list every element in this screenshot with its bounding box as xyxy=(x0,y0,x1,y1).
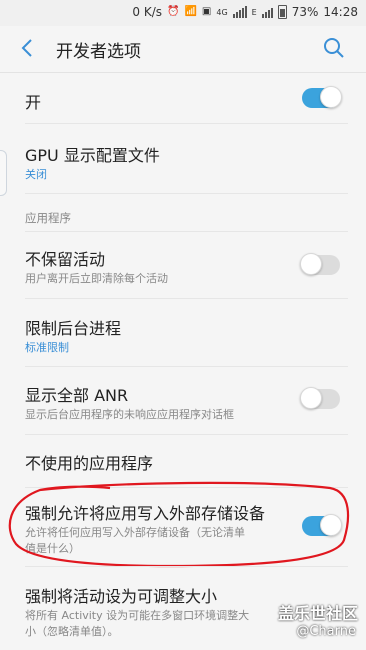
wifi-icon: 📶 xyxy=(184,6,197,17)
battery-percent: 73% xyxy=(291,5,319,19)
setting-title: 限制后台进程 xyxy=(25,319,122,338)
setting-description: 用户离开后立即清除每个活动 xyxy=(25,272,168,285)
section-header-apps: 应用程序 xyxy=(25,211,71,225)
network-type: 4G xyxy=(216,7,228,17)
battery-icon xyxy=(277,5,287,19)
setting-limit-background[interactable]: 限制后台进程 标准限制 xyxy=(0,299,366,365)
switch-knob xyxy=(300,387,322,409)
setting-title: 不保留活动 xyxy=(25,250,106,269)
signal-icon xyxy=(232,6,247,18)
setting-description-line1: 将所有 Activity 设为可能在多窗口环境调整大 xyxy=(25,609,250,622)
switch-knob xyxy=(300,253,322,275)
page-title: 开发者选项 xyxy=(56,42,141,62)
master-toggle-row[interactable]: 开 xyxy=(0,73,366,123)
setting-title: 显示全部 ANR xyxy=(25,386,129,405)
app-bar: 开发者选项 xyxy=(0,26,366,72)
show-all-anr-switch[interactable] xyxy=(300,387,340,409)
setting-value: 标准限制 xyxy=(25,341,69,354)
save-icon: ▣ xyxy=(201,6,212,17)
master-toggle-switch[interactable] xyxy=(302,86,342,108)
watermark-brand: 盖乐世社区 xyxy=(277,604,358,623)
setting-gpu-profile[interactable]: GPU 显示配置文件 关闭 xyxy=(0,124,366,192)
divider xyxy=(25,193,348,194)
watermark-user: @Charne xyxy=(296,624,356,639)
setting-value: 关闭 xyxy=(25,168,47,181)
setting-title: 强制将活动设为可调整大小 xyxy=(25,587,218,606)
setting-show-all-anr[interactable]: 显示全部 ANR 显示后台应用程序的未响应应用程序对话框 xyxy=(0,367,366,433)
setting-title: 不使用的应用程序 xyxy=(25,454,154,473)
setting-dont-keep-activities[interactable]: 不保留活动 用户离开后立即清除每个活动 xyxy=(0,232,366,298)
signal-icon-2 xyxy=(261,6,273,18)
clock: 14:28 xyxy=(323,5,358,19)
annotation-circle xyxy=(8,481,350,568)
alarm-icon: ⏰ xyxy=(167,6,180,17)
setting-title: GPU 显示配置文件 xyxy=(25,146,160,165)
switch-knob xyxy=(320,86,342,108)
setting-description: 显示后台应用程序的未响应应用程序对话框 xyxy=(25,408,234,421)
search-icon[interactable] xyxy=(322,36,346,60)
network-e-label: E xyxy=(251,7,257,17)
dont-keep-activities-switch[interactable] xyxy=(300,253,340,275)
master-toggle-label: 开 xyxy=(25,93,42,112)
setting-description-line2: 小（忽略清单值）。 xyxy=(25,625,119,638)
status-bar: 0 K/s ⏰ 📶 ▣ 4G E 73% 14:28 xyxy=(0,0,366,26)
status-icons: 0 K/s ⏰ 📶 ▣ 4G E 73% 14:28 xyxy=(132,5,358,19)
back-arrow-icon[interactable] xyxy=(16,36,40,60)
net-speed: 0 K/s xyxy=(132,5,163,19)
